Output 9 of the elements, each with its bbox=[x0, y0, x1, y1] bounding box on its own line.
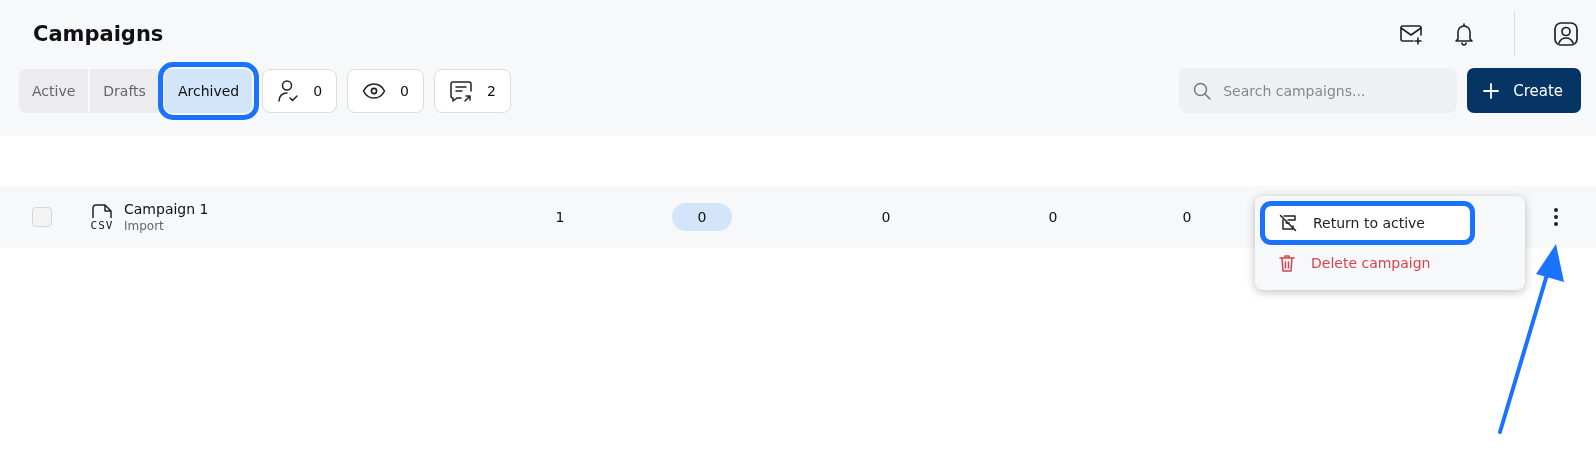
campaign-name: Campaign 1 bbox=[124, 201, 209, 217]
file-type-label: CSV bbox=[90, 219, 114, 231]
table-cell: 0 bbox=[1048, 209, 1058, 225]
table-cell: 0 bbox=[1182, 209, 1192, 225]
count-pill: 0 bbox=[671, 203, 733, 231]
table-cell: 0 bbox=[881, 209, 891, 225]
page-title: Campaigns bbox=[33, 22, 164, 46]
campaign-source: Import bbox=[124, 219, 164, 233]
table-cell: 1 bbox=[555, 209, 565, 225]
